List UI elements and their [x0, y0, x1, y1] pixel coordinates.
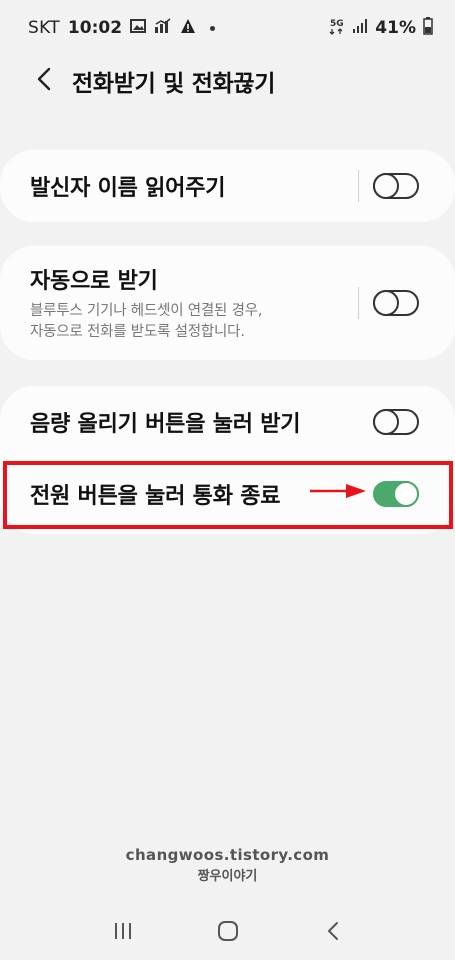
setting-text: 발신자 이름 읽어주기 — [30, 170, 358, 202]
setting-title: 음량 올리기 버튼을 눌러 받기 — [30, 412, 301, 437]
watermark-url: changwoos.tistory.com — [125, 846, 330, 864]
setting-row-caller-name[interactable]: 발신자 이름 읽어주기 — [0, 150, 455, 222]
app-header: 전화받기 및 전화끊기 — [0, 56, 455, 106]
toggle-knob — [373, 173, 399, 199]
page-title: 전화받기 및 전화끊기 — [72, 71, 276, 97]
status-right: 5G 41% — [329, 16, 433, 40]
battery-icon — [423, 16, 433, 40]
setting-text: 음량 올리기 버튼을 눌러 받기 — [30, 406, 373, 438]
5g-icon: 5G — [329, 17, 345, 40]
red-arrow-icon — [310, 481, 366, 501]
vertical-divider — [358, 170, 359, 202]
subtitle-line-1: 블루투스 기기나 헤드셋이 연결된 경우, — [30, 303, 263, 319]
recent-apps-icon — [113, 922, 133, 944]
setting-title: 자동으로 받기 — [30, 269, 158, 294]
battery-percentage: 41% — [375, 18, 416, 38]
back-icon — [327, 921, 339, 945]
signal-chart-icon — [154, 17, 172, 39]
home-icon — [217, 920, 239, 946]
status-left: SKT 10:02 — [28, 17, 216, 39]
setting-row-auto-answer[interactable]: 자동으로 받기 블루투스 기기나 헤드셋이 연결된 경우, 자동으로 전화를 받… — [0, 246, 455, 360]
watermark: changwoos.tistory.com 짱우이야기 — [0, 846, 455, 884]
gallery-icon — [130, 18, 147, 39]
carrier-label: SKT — [28, 18, 60, 38]
setting-subtitle: 블루투스 기기나 헤드셋이 연결된 경우, 자동으로 전화를 받도록 설정합니다… — [30, 301, 358, 343]
setting-title: 발신자 이름 읽어주기 — [30, 176, 226, 201]
svg-text:5G: 5G — [330, 19, 344, 29]
caller-name-toggle[interactable] — [373, 173, 419, 199]
nav-back-button[interactable] — [313, 913, 353, 953]
subtitle-line-2: 자동으로 전화를 받도록 설정합니다. — [30, 324, 245, 340]
highlight-box — [3, 461, 453, 529]
chevron-left-icon — [37, 67, 51, 95]
volume-answer-toggle[interactable] — [373, 409, 419, 435]
home-button[interactable] — [208, 913, 248, 953]
toggle-knob — [373, 290, 399, 316]
toggle-knob — [373, 409, 399, 435]
dot-icon — [210, 25, 216, 31]
vertical-divider — [358, 287, 359, 319]
clock: 10:02 — [67, 18, 123, 38]
setting-row-volume-answer[interactable]: 음량 올리기 버튼을 눌러 받기 — [0, 386, 455, 458]
warning-icon — [180, 18, 196, 39]
watermark-name: 짱우이야기 — [197, 869, 258, 884]
setting-text: 자동으로 받기 블루투스 기기나 헤드셋이 연결된 경우, 자동으로 전화를 받… — [30, 263, 358, 343]
status-bar: SKT 10:02 5G 41% — [0, 0, 455, 56]
recent-apps-button[interactable] — [103, 913, 143, 953]
back-button[interactable] — [22, 59, 66, 103]
auto-answer-toggle[interactable] — [373, 290, 419, 316]
cell-signal-icon — [352, 18, 368, 39]
navigation-bar — [0, 905, 455, 960]
